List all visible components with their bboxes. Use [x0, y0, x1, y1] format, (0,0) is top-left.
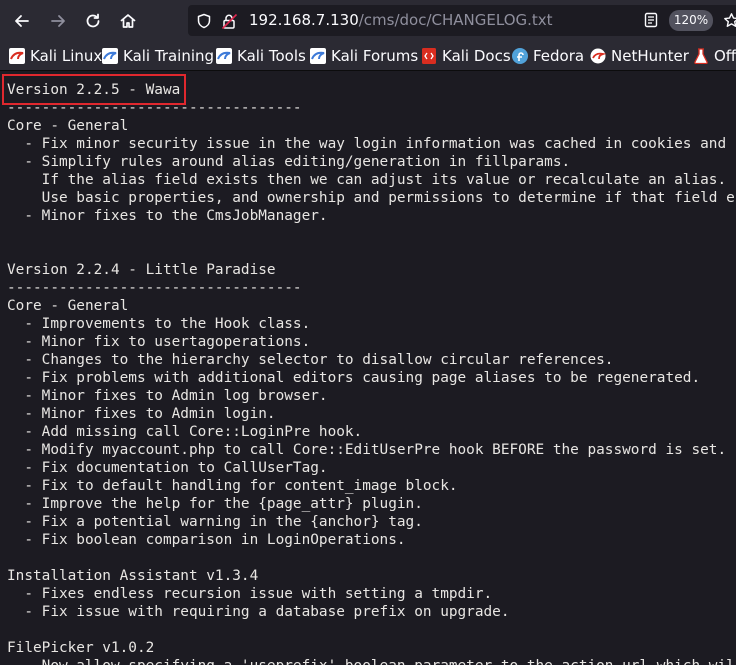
reload-button[interactable] — [78, 6, 108, 36]
address-bar[interactable]: 192.168.7.130/cms/doc/CHANGELOG.txt 120% — [188, 5, 736, 36]
fedora-icon — [512, 47, 528, 64]
changelog-line: - Changes to the hierarchy selector to d… — [7, 352, 614, 368]
shield-icon[interactable] — [196, 13, 212, 29]
changelog-line: Core - General — [7, 298, 129, 314]
offsec-icon — [694, 47, 708, 64]
changelog-line: - Improve the help for the {page_attr} p… — [7, 496, 423, 512]
reload-icon — [86, 13, 100, 28]
nethunter-icon — [590, 48, 606, 63]
bookmark-label: Kali Forums — [331, 46, 419, 65]
changelog-line: - Minor fix to usertagoperations. — [7, 334, 311, 350]
changelog-line: Use basic properties, and ownership and … — [7, 190, 735, 206]
url-text[interactable]: 192.168.7.130/cms/doc/CHANGELOG.txt — [249, 11, 553, 30]
changelog-line: - Fix to default handling for content_im… — [7, 478, 458, 494]
page-content: Version 2.2.5 - Wawa -------------------… — [0, 71, 736, 665]
changelog-line: - Minor fixes to Admin login. — [7, 406, 276, 422]
bookmark-kali-docs[interactable]: Kali Docs — [421, 41, 511, 70]
bookmark-kali-linux[interactable]: Kali Linux — [9, 41, 102, 70]
bookmark-label: Fedora — [533, 46, 585, 65]
bookmark-label: Kali Docs — [442, 46, 511, 65]
changelog-line: - Fix minor security issue in the way lo… — [7, 136, 727, 152]
back-arrow-icon — [15, 15, 29, 27]
changelog-line: - Improvements to the Hook class. — [7, 316, 311, 332]
changelog-line: - Fix documentation to CallUserTag. — [7, 460, 328, 476]
bookmark-kali-tools[interactable]: Kali Tools — [216, 41, 306, 70]
changelog-line: FilePicker v1.0.2 — [7, 640, 155, 656]
changelog-line: - Add missing call Core::LoginPre hook. — [7, 424, 363, 440]
kali-icon — [102, 47, 118, 64]
reader-view-icon[interactable] — [643, 12, 659, 28]
changelog-line: - Simplify rules around alias editing/ge… — [7, 154, 571, 170]
changelog-line: - Modify myaccount.php to call Core::Edi… — [7, 442, 727, 458]
changelog-line: - Fix problems with additional editors c… — [7, 370, 701, 386]
home-button[interactable] — [113, 6, 143, 36]
changelog-line: If the alias field exists then we can ad… — [7, 172, 727, 188]
bookmark-label: NetHunter — [611, 46, 689, 65]
changelog-line: - Minor fixes to Admin log browser. — [7, 388, 328, 404]
browser-toolbar: 192.168.7.130/cms/doc/CHANGELOG.txt 120% — [0, 0, 736, 41]
changelog-line: ---------------------------------- — [7, 280, 302, 296]
kali-icon — [216, 47, 232, 64]
forward-button[interactable] — [43, 6, 73, 36]
insecure-lock-icon[interactable] — [221, 13, 238, 30]
bookmark-nethunter[interactable]: NetHunter — [590, 41, 689, 70]
kali-docs-icon — [422, 47, 436, 64]
bookmark-offsec[interactable]: Offe — [693, 41, 736, 70]
changelog-line: Version 2.2.4 - Little Paradise — [7, 262, 276, 278]
changelog-line: - Fix issue with requiring a database pr… — [7, 604, 510, 620]
changelog-line: - Now allow specifying a 'useprefix' boo… — [7, 658, 734, 665]
changelog-line: Installation Assistant v1.3.4 — [7, 568, 259, 584]
url-path: /cms/doc/CHANGELOG.txt — [358, 11, 553, 29]
bookmark-label: Kali Training — [123, 46, 215, 65]
bookmark-star-icon[interactable] — [723, 12, 736, 29]
bookmark-kali-training[interactable]: Kali Training — [102, 41, 214, 70]
changelog-line: Core - General — [7, 118, 129, 134]
changelog-line: - Fixes endless recursion issue with set… — [7, 586, 493, 602]
bookmark-label: Kali Linux — [30, 46, 103, 65]
bookmark-fedora[interactable]: Fedora — [512, 41, 584, 70]
bookmark-label: Kali Tools — [237, 46, 306, 65]
highlight-annotation-box — [2, 74, 186, 105]
back-button[interactable] — [7, 6, 37, 36]
kali-icon — [310, 47, 326, 64]
bookmark-kali-forums[interactable]: Kali Forums — [310, 41, 418, 70]
kali-icon — [9, 47, 25, 64]
changelog-text: Version 2.2.5 - Wawa -------------------… — [7, 81, 735, 665]
forward-arrow-icon — [51, 15, 65, 27]
url-host: 192.168.7.130 — [249, 11, 359, 29]
bookmark-label: Offe — [714, 46, 736, 65]
changelog-line: - Minor fixes to the CmsJobManager. — [7, 208, 328, 224]
zoom-level-badge[interactable]: 120% — [669, 10, 713, 31]
changelog-line: - Fix boolean comparison in LoginOperati… — [7, 532, 406, 548]
home-icon — [120, 14, 136, 28]
changelog-line: - Fix a potential warning in the {anchor… — [7, 514, 423, 530]
bookmarks-toolbar: Kali Linux Kali Training Kali Tools Kali… — [0, 41, 736, 71]
